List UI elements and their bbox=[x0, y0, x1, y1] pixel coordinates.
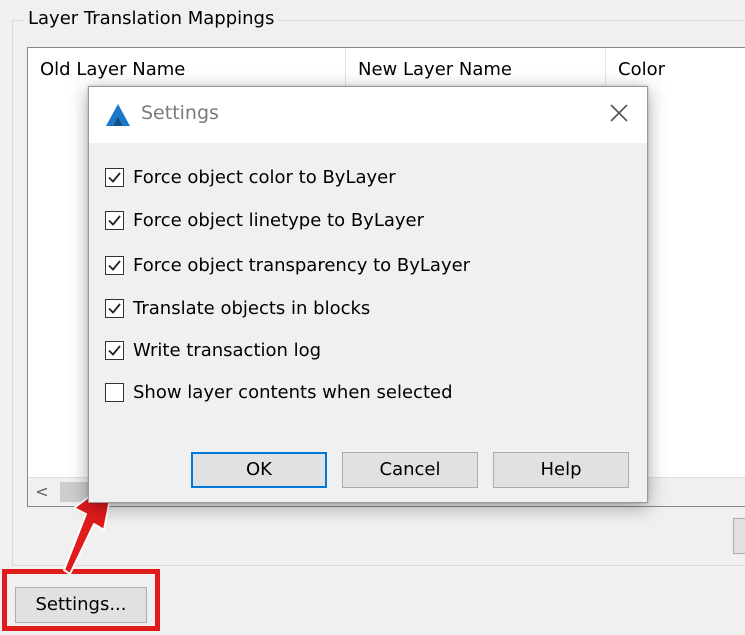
help-button[interactable]: Help bbox=[493, 452, 629, 488]
settings-dialog: Settings Force object color to ByLayer F… bbox=[88, 86, 648, 503]
option-label: Write transaction log bbox=[133, 339, 322, 361]
check-icon bbox=[108, 344, 121, 356]
partial-button[interactable] bbox=[733, 518, 745, 554]
checkbox[interactable] bbox=[105, 340, 124, 360]
option-show-contents[interactable]: Show layer contents when selected bbox=[105, 379, 453, 405]
dialog-titlebar[interactable]: Settings bbox=[89, 87, 647, 143]
check-icon bbox=[108, 259, 121, 271]
check-icon bbox=[108, 171, 121, 183]
checkbox[interactable] bbox=[105, 298, 124, 318]
option-write-log[interactable]: Write transaction log bbox=[105, 337, 321, 363]
close-icon[interactable] bbox=[607, 101, 631, 125]
check-icon bbox=[108, 302, 121, 314]
groupbox-title: Layer Translation Mappings bbox=[24, 8, 279, 29]
check-icon bbox=[108, 214, 121, 226]
option-label: Force object color to ByLayer bbox=[133, 166, 396, 188]
option-label: Translate objects in blocks bbox=[133, 297, 371, 319]
ok-button[interactable]: OK bbox=[191, 452, 327, 488]
checkbox[interactable] bbox=[105, 210, 124, 230]
option-label: Force object transparency to ByLayer bbox=[133, 254, 471, 276]
option-force-linetype[interactable]: Force object linetype to ByLayer bbox=[105, 207, 424, 233]
highlight-box bbox=[2, 569, 160, 631]
option-label: Show layer contents when selected bbox=[133, 381, 453, 403]
checkbox[interactable] bbox=[105, 382, 124, 402]
checkbox[interactable] bbox=[105, 255, 124, 275]
option-label: Force object linetype to ByLayer bbox=[133, 209, 425, 231]
option-force-color[interactable]: Force object color to ByLayer bbox=[105, 164, 396, 190]
checkbox[interactable] bbox=[105, 167, 124, 187]
option-translate-blocks[interactable]: Translate objects in blocks bbox=[105, 295, 370, 321]
cancel-button[interactable]: Cancel bbox=[342, 452, 478, 488]
autocad-logo-icon bbox=[106, 104, 130, 126]
option-force-transparency[interactable]: Force object transparency to ByLayer bbox=[105, 252, 470, 278]
dialog-title: Settings bbox=[141, 102, 219, 124]
